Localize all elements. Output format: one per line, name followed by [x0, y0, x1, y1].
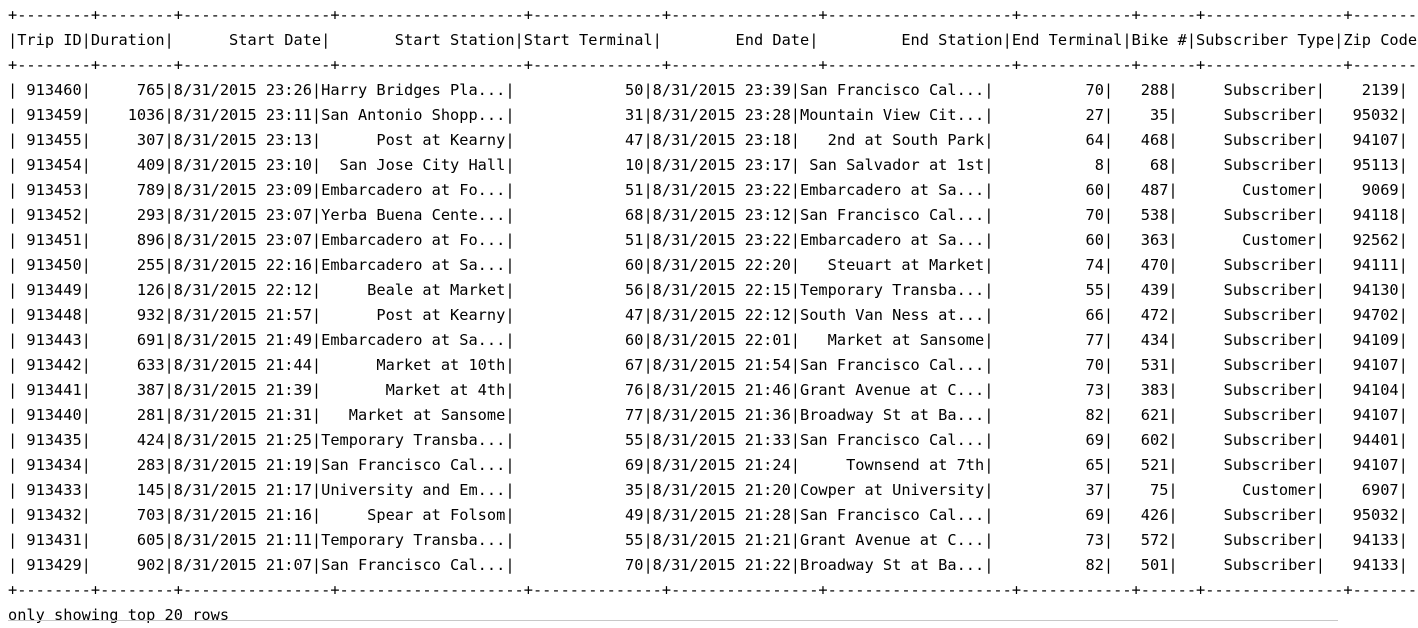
- table-row: | 913429| 902|8/31/2015 21:07|San Franci…: [8, 556, 1408, 574]
- table-header-row: |Trip ID|Duration| Start Date| Start Sta…: [8, 31, 1418, 49]
- table-row: | 913440| 281|8/31/2015 21:31| Market at…: [8, 406, 1408, 424]
- output-divider: [8, 620, 1338, 621]
- table-row: | 913431| 605|8/31/2015 21:11|Temporary …: [8, 531, 1408, 549]
- table-row: | 913435| 424|8/31/2015 21:25|Temporary …: [8, 431, 1408, 449]
- table-row: | 913455| 307|8/31/2015 23:13| Post at K…: [8, 131, 1408, 149]
- table-row: | 913450| 255|8/31/2015 22:16|Embarcader…: [8, 256, 1408, 274]
- table-row: | 913460| 765|8/31/2015 23:26|Harry Brid…: [8, 81, 1408, 99]
- table-row: | 913432| 703|8/31/2015 21:16| Spear at …: [8, 506, 1408, 524]
- table-border-bottom: +--------+--------+----------------+----…: [8, 581, 1418, 599]
- table-row: | 913459| 1036|8/31/2015 23:11|San Anton…: [8, 106, 1408, 124]
- table-row: | 913449| 126|8/31/2015 22:12| Beale at …: [8, 281, 1408, 299]
- table-row: | 913441| 387|8/31/2015 21:39| Market at…: [8, 381, 1408, 399]
- table-row: | 913451| 896|8/31/2015 23:07|Embarcader…: [8, 231, 1408, 249]
- table-border-top: +--------+--------+----------------+----…: [8, 6, 1418, 24]
- table-row: | 913453| 789|8/31/2015 23:09|Embarcader…: [8, 181, 1408, 199]
- footer-note: only showing top 20 rows: [8, 606, 230, 624]
- table-row: | 913448| 932|8/31/2015 21:57| Post at K…: [8, 306, 1408, 324]
- dataframe-output: +--------+--------+----------------+----…: [8, 3, 1418, 628]
- table-row: | 913443| 691|8/31/2015 21:49|Embarcader…: [8, 331, 1408, 349]
- table-row: | 913452| 293|8/31/2015 23:07|Yerba Buen…: [8, 206, 1408, 224]
- table-border-header: +--------+--------+----------------+----…: [8, 56, 1418, 74]
- table-row: | 913442| 633|8/31/2015 21:44| Market at…: [8, 356, 1408, 374]
- table-row: | 913434| 283|8/31/2015 21:19|San Franci…: [8, 456, 1408, 474]
- table-row: | 913454| 409|8/31/2015 23:10| San Jose …: [8, 156, 1408, 174]
- table-row: | 913433| 145|8/31/2015 21:17|University…: [8, 481, 1408, 499]
